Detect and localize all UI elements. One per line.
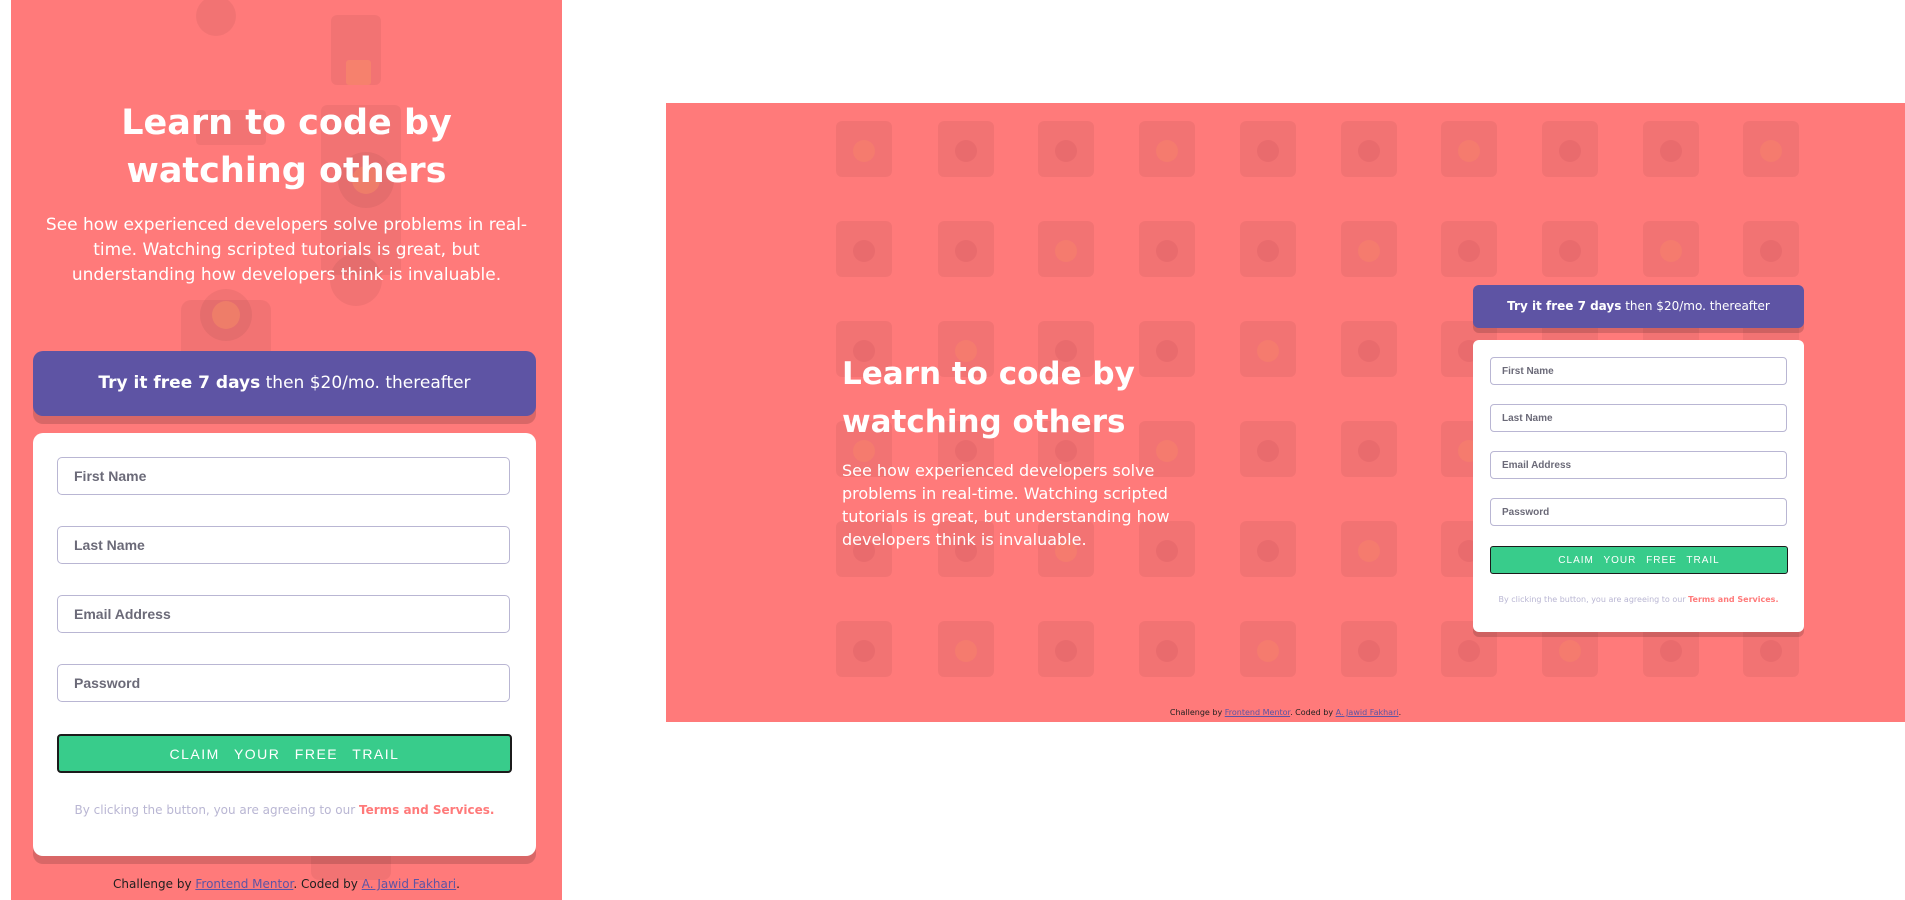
magnet-icon [1341,621,1397,677]
bar-chart-icon [1240,621,1296,677]
toolbox-icon [938,221,994,277]
claim-trial-button[interactable]: CLAIM YOUR FREE TRAIL [1490,546,1788,574]
attribution-prefix: Challenge by [113,877,196,891]
email-input[interactable] [1490,451,1787,479]
atom-icon [1441,221,1497,277]
rocket-icon [1341,421,1397,477]
terms-link[interactable]: Terms and Services [359,803,490,817]
attribution-middle: . Coded by [293,877,362,891]
terms-link[interactable]: Terms and Services [1688,595,1775,604]
puzzle-icon [1038,621,1094,677]
terms-notice: By clicking the button, you are agreeing… [33,803,536,817]
attribution-prefix: Challenge by [1169,708,1225,717]
first-name-input[interactable] [1490,357,1787,385]
last-name-input[interactable] [57,526,510,564]
password-input[interactable] [1490,498,1787,526]
browser-window-icon [1341,121,1397,177]
hero-title: Learn to code by watching others [842,355,1135,440]
attribution-suffix: . [456,877,460,891]
magnet-icon [1542,121,1598,177]
mobile-preview: Learn to code by watching others See how… [11,0,562,900]
puzzle-icon [1240,121,1296,177]
terms-suffix: . [1775,595,1779,604]
attribution: Challenge by Frontend Mentor. Coded by A… [11,877,562,891]
lightbulb-icon [836,221,892,277]
attribution-suffix: . [1398,708,1402,717]
headset-icon [1341,521,1397,577]
email-input[interactable] [57,595,510,633]
hero-description: See how experienced developers solve pro… [45,215,528,285]
terms-notice: By clicking the button, you are agreeing… [1473,595,1804,604]
promo-banner: Try it free 7 days then $20/mo. thereaft… [1473,285,1804,328]
promo-text: then $20/mo. thereafter [1621,299,1770,313]
frontend-mentor-link[interactable]: Frontend Mentor [195,877,293,891]
shopping-cart-icon [1240,521,1296,577]
gear-icon [1240,421,1296,477]
signup-form: CLAIM YOUR FREE TRAIL By clicking the bu… [33,433,536,856]
gear-icon [1643,221,1699,277]
gear-icon [1038,121,1094,177]
rocket-icon [1139,121,1195,177]
gear-icon [836,621,892,677]
hero-description: See how experienced developers solve pro… [842,461,1170,549]
lifebuoy-icon [1240,321,1296,377]
shopping-cart-icon [1038,221,1094,277]
thumbs-up-icon [1240,221,1296,277]
signup-form: CLAIM YOUR FREE TRAIL By clicking the bu… [1473,340,1804,632]
rocket-icon [1743,221,1799,277]
desktop-preview: Learn to code by watching others See how… [666,103,1905,722]
browser-window-icon [1139,621,1195,677]
first-name-input[interactable] [57,457,510,495]
hero-title: Learn to code by watching others [121,103,452,192]
terms-prefix: By clicking the button, you are agreeing… [74,803,359,817]
author-link[interactable]: A. Jawid Fakhari [362,877,456,891]
promo-highlight: Try it free 7 days [98,373,261,393]
promo-highlight: Try it free 7 days [1507,299,1622,313]
key-icon [1341,221,1397,277]
last-name-input[interactable] [1490,404,1787,432]
password-input[interactable] [57,664,510,702]
terms-prefix: By clicking the button, you are agreeing… [1498,595,1689,604]
author-link[interactable]: A. Jawid Fakhari [1336,708,1399,717]
headset-icon [1139,221,1195,277]
bar-chart-icon [1441,121,1497,177]
magnet-icon [1139,321,1195,377]
rocket-icon [938,621,994,677]
calendar-icon [1341,321,1397,377]
promo-banner: Try it free 7 days then $20/mo. thereaft… [33,351,536,416]
robot-icon [938,121,994,177]
terms-suffix: . [489,803,495,817]
claim-trial-button[interactable]: CLAIM YOUR FREE TRAIL [57,734,512,773]
attribution-middle: . Coded by [1290,708,1336,717]
calendar-icon [1743,121,1799,177]
promo-text: then $20/mo. thereafter [260,373,471,393]
atom-icon [836,121,892,177]
robot-icon [1542,221,1598,277]
frontend-mentor-link[interactable]: Frontend Mentor [1225,708,1290,717]
attribution: Challenge by Frontend Mentor. Coded by A… [666,708,1905,717]
lifebuoy-icon [1643,121,1699,177]
